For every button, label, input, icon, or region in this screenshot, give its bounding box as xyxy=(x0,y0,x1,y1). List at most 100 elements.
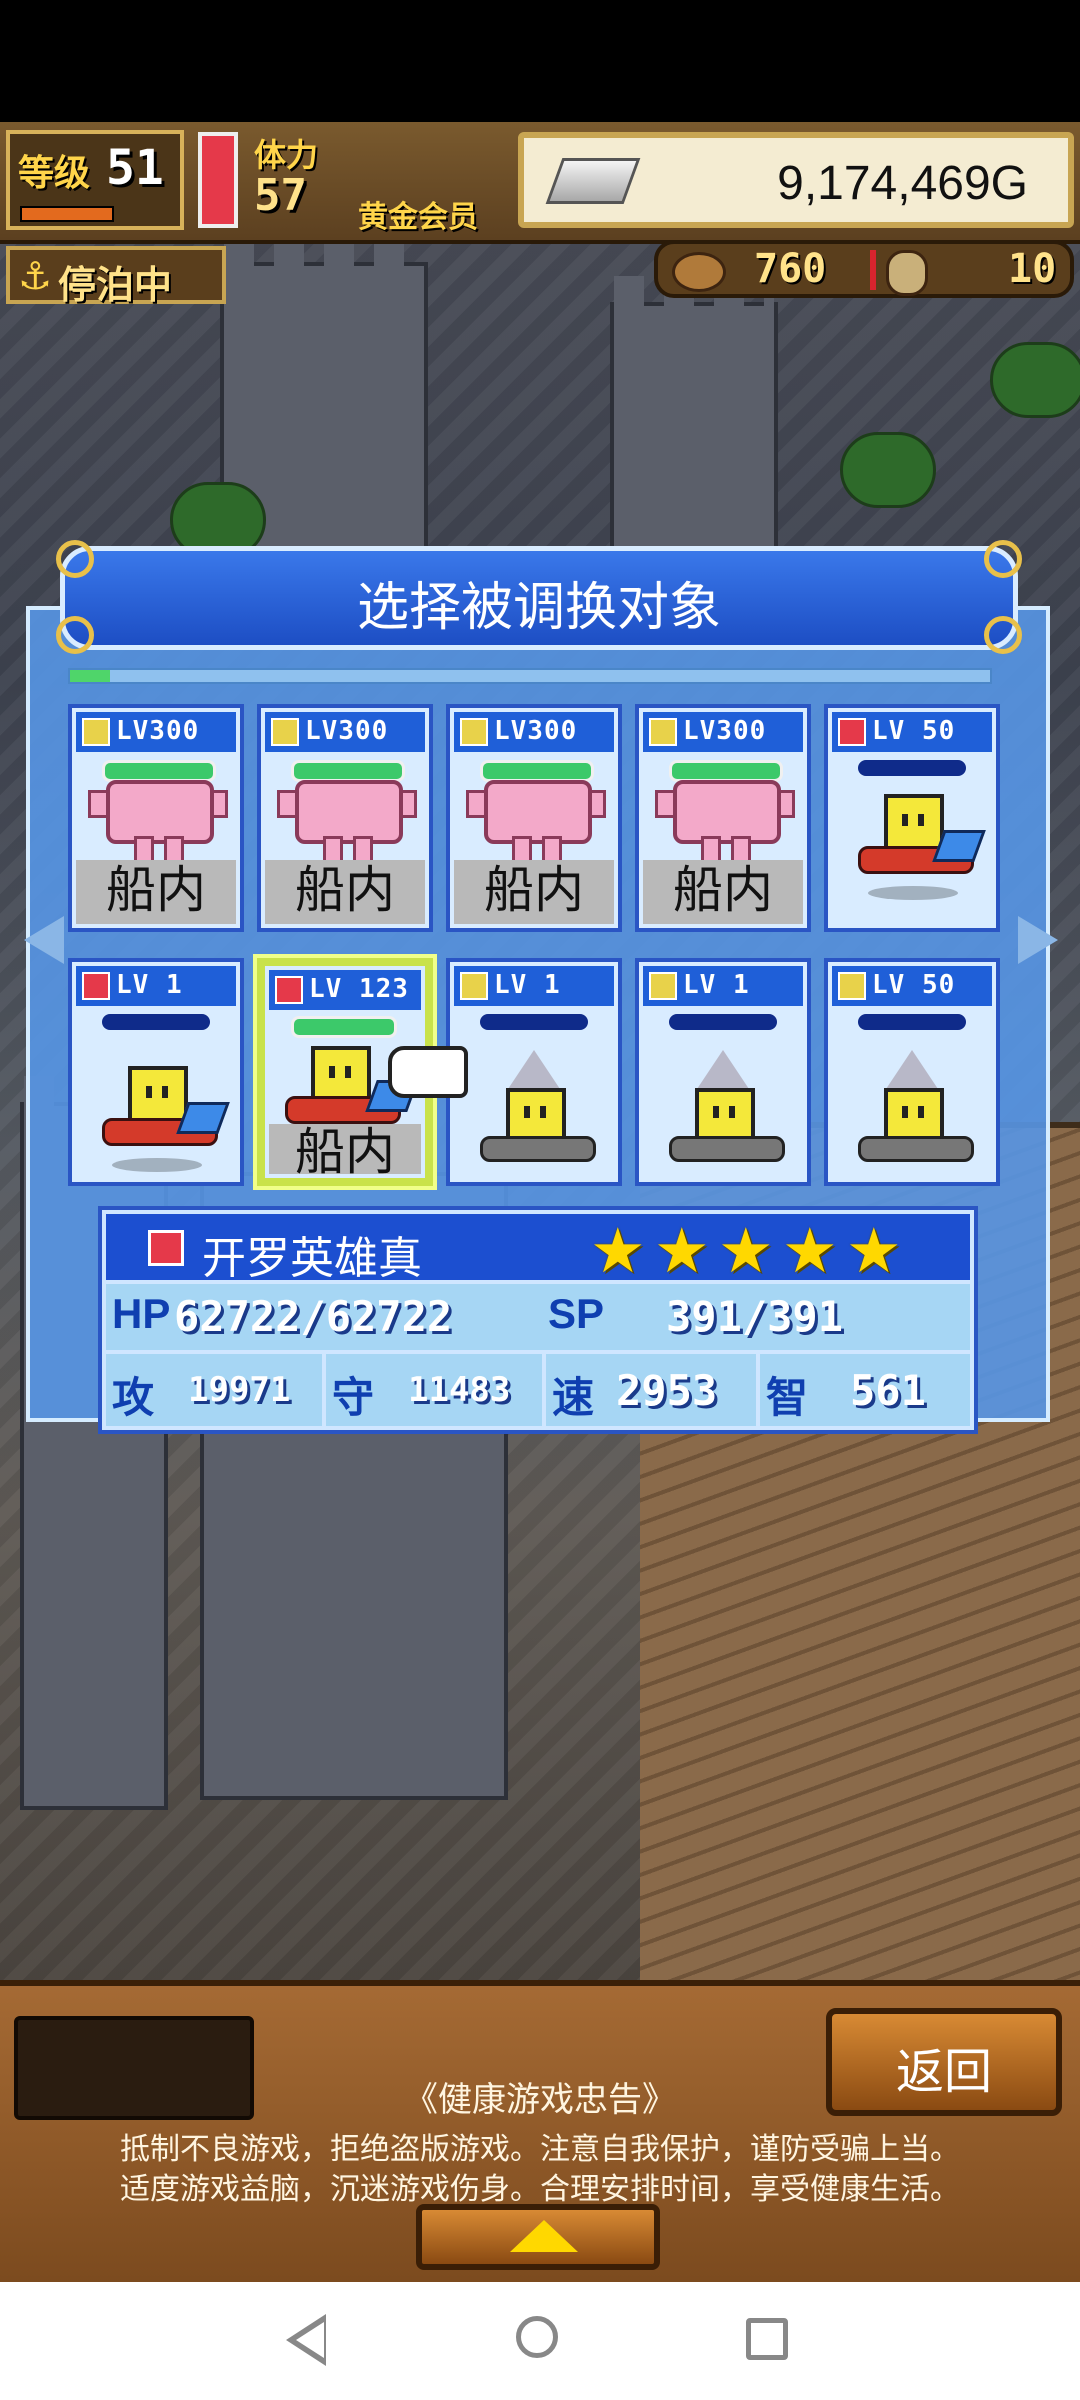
character-info-panel: 开罗英雄真 ★ ★ ★ ★ ★ HP 62722/62722 SP 391/39… xyxy=(98,1206,978,1434)
card-level: LV300 xyxy=(683,716,767,746)
element-icon xyxy=(271,718,299,746)
anchor-icon: ⚓ xyxy=(18,254,53,298)
in-ship-label: 船内 xyxy=(295,862,395,918)
gold-display[interactable]: 9,174,469G xyxy=(518,132,1074,228)
page-progress-track xyxy=(68,668,992,684)
card-header: LV300 xyxy=(265,712,425,752)
next-page-arrow[interactable] xyxy=(1018,916,1058,964)
in-ship-bar: 船内 xyxy=(265,860,425,924)
card-hp-bar xyxy=(669,760,783,782)
hp-value: 62722/62722 xyxy=(174,1292,453,1341)
player-level-box[interactable]: 等级 51 xyxy=(6,130,184,230)
prev-page-arrow[interactable] xyxy=(24,916,64,964)
character-name: 开罗英雄真 xyxy=(202,1234,422,1283)
card-hp-bar xyxy=(102,1014,210,1030)
card-level: LV 1 xyxy=(116,970,183,1000)
top-hud: 等级 51 体力 57 黄金会员 9,174,469G xyxy=(0,122,1080,244)
card-header: LV 1 xyxy=(76,966,236,1006)
dock-label: 停泊中 xyxy=(58,263,173,307)
character-card[interactable]: LV 50 xyxy=(824,958,1000,1186)
character-card[interactable]: LV 1 xyxy=(635,958,811,1186)
stamina-box[interactable]: 体力 57 黄金会员 xyxy=(248,130,508,235)
expand-menu-button[interactable] xyxy=(416,2204,660,2270)
resource1-value: 760 xyxy=(754,246,827,292)
star-icon: ★ xyxy=(590,1214,646,1287)
sp-label: SP xyxy=(548,1290,605,1337)
fire-element-icon xyxy=(148,1230,184,1266)
element-icon xyxy=(649,972,677,1000)
card-hp-bar xyxy=(480,760,594,782)
ornament-corner xyxy=(984,540,1022,578)
nav-home-icon[interactable] xyxy=(516,2316,558,2358)
element-icon xyxy=(460,972,488,1000)
silver-bar-icon xyxy=(545,158,641,204)
element-icon xyxy=(82,718,110,746)
in-ship-bar: 船内 xyxy=(76,860,236,924)
flying-hero-sprite xyxy=(92,1066,232,1176)
dock-status[interactable]: ⚓ 停泊中 xyxy=(6,246,226,307)
health-notice-line: 抵制不良游戏，拒绝盗版游戏。注意自我保护，谨防受骗上当。 xyxy=(120,2133,960,2166)
level-label: 等级 xyxy=(18,153,91,194)
star-icon: ★ xyxy=(654,1214,710,1287)
ornament-corner xyxy=(56,616,94,654)
element-icon xyxy=(460,718,488,746)
speed-stat: 速 2953 xyxy=(546,1354,760,1426)
character-card[interactable]: LV 1 xyxy=(446,958,622,1186)
element-icon xyxy=(275,976,303,1004)
in-ship-bar: 船内 xyxy=(269,1124,421,1180)
nav-recent-apps-icon[interactable] xyxy=(746,2318,788,2360)
character-card[interactable]: LV 1 xyxy=(68,958,244,1186)
dialog-title: 选择被调换对象 xyxy=(356,579,721,637)
bush xyxy=(990,342,1080,418)
card-header: LV300 xyxy=(643,712,803,752)
intelligence-stat: 智 561 xyxy=(760,1354,970,1426)
character-card[interactable]: LV300 船内 xyxy=(257,704,433,932)
intelligence-value: 561 xyxy=(850,1366,926,1415)
resource-display[interactable]: 760 10 xyxy=(654,240,1074,298)
bush xyxy=(840,432,936,508)
exp-bar xyxy=(20,206,114,222)
intelligence-label: 智 xyxy=(766,1374,809,1421)
character-card[interactable]: LV 50 xyxy=(824,704,1000,932)
info-header: 开罗英雄真 ★ ★ ★ ★ ★ xyxy=(106,1214,970,1287)
card-level: LV 50 xyxy=(872,970,956,1000)
member-badge: 黄金会员 xyxy=(358,200,478,235)
pointer-hand-icon xyxy=(388,1046,468,1098)
sp-value: 391/391 xyxy=(666,1292,844,1341)
character-card[interactable]: LV300 船内 xyxy=(446,704,622,932)
card-hp-bar xyxy=(858,760,966,776)
element-icon xyxy=(82,972,110,1000)
card-hp-bar xyxy=(291,760,405,782)
card-header: LV300 xyxy=(76,712,236,752)
defense-stat: 守 11483 xyxy=(326,1354,546,1426)
in-ship-bar: 船内 xyxy=(454,860,614,924)
character-card[interactable]: LV300 船内 xyxy=(635,704,811,932)
pink-creature-sprite xyxy=(655,780,795,864)
status-bar xyxy=(0,0,1080,122)
attack-value: 19971 xyxy=(188,1370,291,1410)
star-icon: ★ xyxy=(846,1214,902,1287)
hp-sp-row: HP 62722/62722 SP 391/391 xyxy=(106,1284,970,1350)
ornament-corner xyxy=(56,540,94,578)
card-header: LV 123 xyxy=(269,970,421,1010)
level-value: 51 xyxy=(106,140,164,196)
wood-icon xyxy=(672,252,726,292)
card-header: LV 1 xyxy=(643,966,803,1006)
star-icon: ★ xyxy=(782,1214,838,1287)
pink-creature-sprite xyxy=(466,780,606,864)
pink-creature-sprite xyxy=(88,780,228,864)
card-level: LV 1 xyxy=(683,970,750,1000)
speed-label: 速 xyxy=(552,1374,595,1421)
card-level: LV 50 xyxy=(872,716,956,746)
gold-value: 9,174,469G xyxy=(777,157,1028,210)
character-card[interactable]: LV300 船内 xyxy=(68,704,244,932)
element-icon xyxy=(838,718,866,746)
defense-value: 11483 xyxy=(408,1370,511,1410)
flying-hero-sprite xyxy=(848,794,988,904)
nav-back-icon[interactable] xyxy=(286,2314,326,2366)
castle-tower xyxy=(610,276,778,570)
health-notice-title: 《健康游戏忠告》 xyxy=(404,2081,676,2119)
page-progress-fill xyxy=(70,670,110,682)
card-level: LV300 xyxy=(116,716,200,746)
card-level: LV300 xyxy=(305,716,389,746)
